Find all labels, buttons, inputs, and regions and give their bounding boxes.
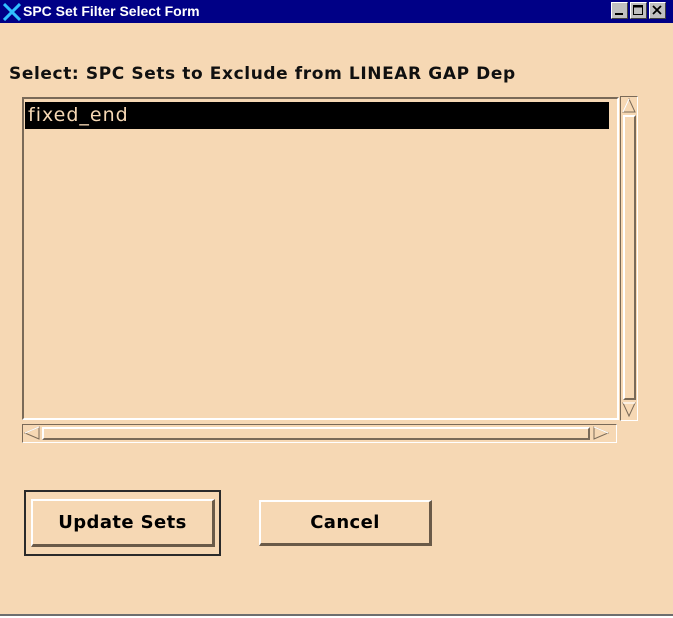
scroll-left-arrow-icon[interactable] bbox=[23, 425, 41, 441]
x-logo-icon bbox=[3, 3, 21, 21]
dialog-window: SPC Set Filter Select Form Select: SPC S… bbox=[0, 0, 673, 614]
list-item[interactable]: fixed_end bbox=[25, 102, 609, 129]
vertical-scroll-thumb[interactable] bbox=[623, 115, 636, 400]
horizontal-scroll-thumb[interactable] bbox=[42, 427, 590, 440]
update-sets-button[interactable]: Update Sets bbox=[31, 499, 215, 547]
close-button[interactable] bbox=[649, 2, 666, 19]
close-icon bbox=[652, 5, 662, 15]
scroll-up-arrow-icon[interactable] bbox=[621, 97, 637, 114]
title-bar[interactable]: SPC Set Filter Select Form bbox=[0, 0, 673, 23]
cancel-button[interactable]: Cancel bbox=[259, 500, 432, 546]
window-bottom-border bbox=[0, 614, 673, 616]
minimize-icon bbox=[615, 13, 623, 15]
minimize-button[interactable] bbox=[611, 2, 628, 19]
scroll-right-arrow-icon[interactable] bbox=[592, 425, 610, 441]
window-title: SPC Set Filter Select Form bbox=[23, 3, 200, 19]
spc-set-listbox[interactable] bbox=[22, 97, 619, 420]
maximize-icon bbox=[633, 5, 643, 15]
form-prompt: Select: SPC Sets to Exclude from LINEAR … bbox=[9, 64, 516, 84]
maximize-button[interactable] bbox=[630, 2, 647, 19]
scroll-down-arrow-icon[interactable] bbox=[621, 401, 637, 418]
